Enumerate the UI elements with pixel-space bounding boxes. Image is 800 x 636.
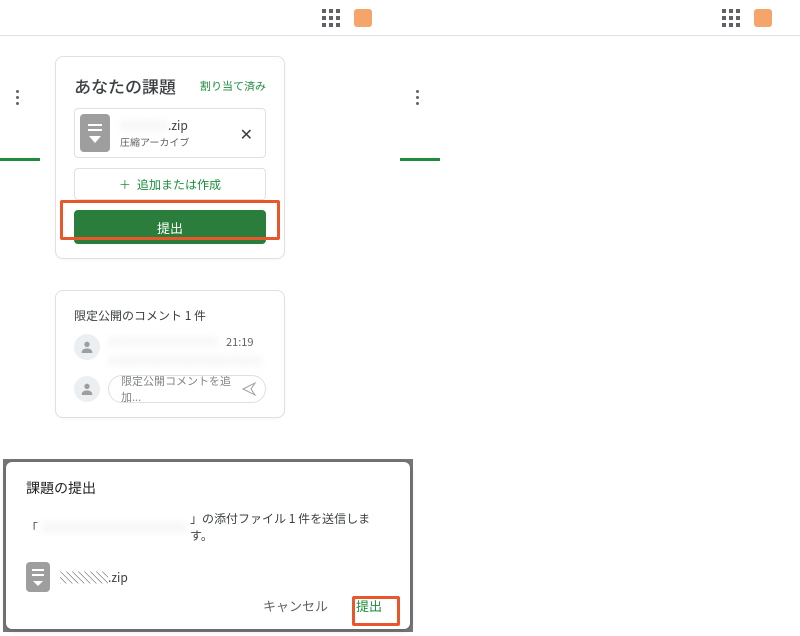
dialog-file-ext: .zip (108, 569, 128, 586)
google-apps-icon[interactable] (722, 9, 740, 27)
dialog-prefix: 「 (26, 519, 38, 536)
self-avatar-icon (74, 376, 100, 402)
remove-attachment-icon[interactable]: ✕ (236, 121, 257, 145)
dialog-submit-button[interactable]: 提出 (348, 592, 390, 619)
file-name-blur: ░░░░ (120, 117, 168, 134)
commenter-name-blur: ░░░░░░░░░░ (108, 334, 218, 350)
file-ext: .zip (168, 117, 188, 134)
dialog-assignment-name-blur: ░░░░░░░░░░░░ (42, 519, 186, 536)
comment-time: 21:19 (226, 334, 253, 350)
panel-after-submit: あなたの課題 提出済み ░░░░.zip 圧縮アーカイブ 提出を取り消し 限定公… (400, 0, 800, 400)
comment-input-row: 限定公開コメントを追加... (74, 375, 266, 403)
zip-file-icon (26, 562, 50, 592)
dialog-body: 「 ░░░░░░░░░░░░ 」の添付ファイル 1 件を送信します。 (26, 510, 390, 544)
comment-placeholder: 限定公開コメントを追加... (121, 373, 241, 405)
submit-button[interactable]: 提出 (74, 210, 266, 244)
submit-dialog-backdrop: 課題の提出 「 ░░░░░░░░░░░░ 」の添付ファイル 1 件を送信します。… (3, 459, 413, 632)
add-or-create-button[interactable]: ＋ 追加または作成 (74, 168, 266, 200)
send-icon[interactable] (241, 381, 257, 397)
attachment-row[interactable]: ░░░░.zip 圧縮アーカイブ ✕ (74, 108, 266, 158)
status-assigned: 割り当て済み (200, 78, 266, 94)
dialog-title: 課題の提出 (26, 478, 390, 498)
dialog-file-name-blur: ░░░░ (60, 569, 108, 586)
file-text: ░░░░.zip 圧縮アーカイブ (120, 117, 226, 149)
account-avatar[interactable] (754, 9, 772, 27)
panel-before-submit: あなたの課題 割り当て済み ░░░░.zip 圧縮アーカイブ ✕ ＋ 追加または… (0, 0, 400, 455)
submit-dialog: 課題の提出 「 ░░░░░░░░░░░░ 」の添付ファイル 1 件を送信します。… (6, 462, 410, 629)
dialog-actions: キャンセル 提出 (26, 592, 390, 619)
topbar (400, 0, 800, 36)
private-comments-card: 限定公開のコメント 1 件 ░░░░░░░░░░ 21:19 ░░░░░░░░░… (55, 290, 285, 418)
add-or-create-label: 追加または作成 (137, 176, 221, 193)
comment-input[interactable]: 限定公開コメントを追加... (108, 375, 266, 403)
commenter-avatar-icon (74, 334, 100, 360)
dialog-cancel-button[interactable]: キャンセル (263, 596, 328, 615)
submit-label: 提出 (157, 218, 183, 237)
card-header: あなたの課題 割り当て済み (74, 73, 266, 98)
accent-line (0, 158, 40, 161)
comment-row: ░░░░░░░░░░ 21:19 ░░░░░░░░░░░░░░ (74, 334, 266, 365)
plus-icon: ＋ (119, 176, 131, 193)
comment-text-blur: ░░░░░░░░░░░░░░ (108, 353, 266, 365)
comments-title: 限定公開のコメント 1 件 (74, 307, 266, 324)
dialog-suffix: 」の添付ファイル 1 件を送信します。 (190, 510, 390, 544)
more-vert-icon[interactable] (416, 90, 419, 105)
google-apps-icon[interactable] (322, 9, 340, 27)
card-title: あなたの課題 (74, 73, 176, 98)
more-vert-icon[interactable] (16, 90, 19, 105)
accent-line (400, 158, 440, 161)
your-work-card: あなたの課題 割り当て済み ░░░░.zip 圧縮アーカイブ ✕ ＋ 追加または… (55, 56, 285, 259)
account-avatar[interactable] (354, 9, 372, 27)
topbar (0, 0, 400, 36)
file-subtype: 圧縮アーカイブ (120, 134, 226, 149)
dialog-file-row: ░░░░.zip (26, 562, 390, 592)
zip-file-icon (80, 114, 110, 152)
